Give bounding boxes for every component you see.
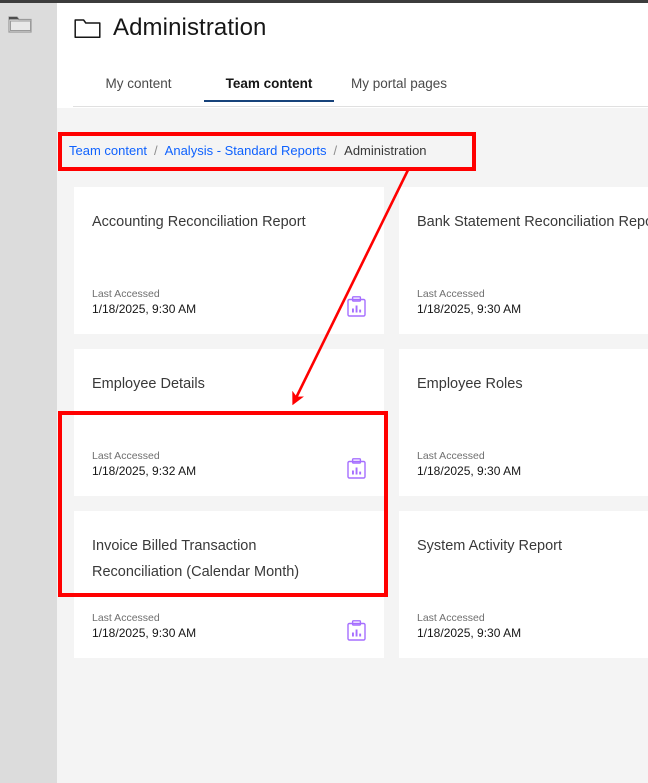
card-meta-label: Last Accessed	[417, 449, 485, 462]
card-footer: Last Accessed 1/18/2025, 9:30 AM	[92, 288, 366, 317]
desktop-left-strip-lower	[0, 321, 57, 783]
folder-icon[interactable]	[8, 14, 33, 34]
report-card-employee-details[interactable]: Employee Details Last Accessed 1/18/2025…	[74, 349, 384, 496]
report-card-bank-statement-reconciliation-report[interactable]: Bank Statement Reconciliation Report Las…	[399, 187, 648, 334]
card-meta-label: Last Accessed	[92, 287, 160, 300]
card-meta-label: Last Accessed	[417, 287, 485, 300]
card-footer: Last Accessed 1/18/2025, 9:30 AM	[417, 450, 648, 479]
card-footer: Last Accessed 1/18/2025, 9:30 AM	[417, 288, 648, 317]
page-header: Administration	[74, 14, 266, 42]
card-meta: Last Accessed 1/18/2025, 9:30 AM	[417, 288, 521, 317]
screen: Administration My content Team content M…	[0, 0, 648, 783]
breadcrumb-separator: /	[333, 143, 338, 158]
report-card-accounting-reconciliation-report[interactable]: Accounting Reconciliation Report Last Ac…	[74, 187, 384, 334]
card-meta: Last Accessed 1/18/2025, 9:30 AM	[417, 450, 521, 479]
folder-icon	[74, 17, 101, 39]
card-meta-value: 1/18/2025, 9:32 AM	[92, 464, 197, 478]
application-area: Administration My content Team content M…	[57, 3, 648, 783]
card-meta: Last Accessed 1/18/2025, 9:30 AM	[417, 612, 521, 641]
breadcrumb-item-administration: Administration	[344, 143, 427, 158]
tab-my-portal-pages[interactable]: My portal pages	[334, 76, 464, 102]
report-clipboard-icon[interactable]	[347, 296, 366, 317]
report-card-system-activity-report[interactable]: System Activity Report Last Accessed 1/1…	[399, 511, 648, 658]
card-row: Invoice Billed Transaction Reconciliatio…	[57, 511, 648, 658]
card-title: Invoice Billed Transaction Reconciliatio…	[92, 538, 300, 580]
card-title: Accounting Reconciliation Report	[92, 214, 306, 230]
card-footer: Last Accessed 1/18/2025, 9:32 AM	[92, 450, 366, 479]
report-card-invoice-billed-transaction-reconciliation[interactable]: Invoice Billed Transaction Reconciliatio…	[74, 511, 384, 658]
page-title: Administration	[113, 14, 267, 41]
card-meta: Last Accessed 1/18/2025, 9:30 AM	[92, 612, 196, 641]
tab-team-content[interactable]: Team content	[204, 76, 334, 102]
tab-bar: My content Team content My portal pages	[73, 76, 633, 108]
card-meta-value: 1/18/2025, 9:30 AM	[417, 626, 522, 640]
report-clipboard-icon[interactable]	[347, 458, 366, 479]
report-card-employee-roles[interactable]: Employee Roles Last Accessed 1/18/2025, …	[399, 349, 648, 496]
report-clipboard-icon[interactable]	[347, 620, 366, 641]
card-row: Employee Details Last Accessed 1/18/2025…	[57, 349, 648, 496]
card-meta-value: 1/18/2025, 9:30 AM	[92, 302, 197, 316]
card-meta-value: 1/18/2025, 9:30 AM	[417, 302, 522, 316]
tab-bar-divider	[73, 106, 648, 107]
breadcrumb-item-team-content[interactable]: Team content	[69, 143, 147, 158]
card-meta: Last Accessed 1/18/2025, 9:32 AM	[92, 450, 196, 479]
card-meta-label: Last Accessed	[92, 449, 160, 462]
card-meta: Last Accessed 1/18/2025, 9:30 AM	[92, 288, 196, 317]
card-footer: Last Accessed 1/18/2025, 9:30 AM	[92, 612, 366, 641]
card-meta-value: 1/18/2025, 9:30 AM	[92, 626, 197, 640]
card-row: Accounting Reconciliation Report Last Ac…	[57, 187, 648, 334]
report-card-grid: Accounting Reconciliation Report Last Ac…	[57, 187, 648, 673]
desktop-left-strip	[0, 3, 57, 321]
breadcrumb-item-analysis-standard-reports[interactable]: Analysis - Standard Reports	[165, 143, 327, 158]
breadcrumb: Team content / Analysis - Standard Repor…	[69, 143, 427, 158]
card-footer: Last Accessed 1/18/2025, 9:30 AM	[417, 612, 648, 641]
tab-my-content[interactable]: My content	[73, 76, 204, 102]
card-meta-value: 1/18/2025, 9:30 AM	[417, 464, 522, 478]
breadcrumb-separator: /	[154, 143, 158, 158]
card-meta-label: Last Accessed	[417, 611, 485, 624]
card-title: Employee Details	[92, 376, 205, 392]
card-title: Employee Roles	[417, 376, 523, 392]
card-title: Bank Statement Reconciliation Report	[417, 214, 648, 230]
card-title: System Activity Report	[417, 538, 563, 554]
card-meta-label: Last Accessed	[92, 611, 160, 624]
